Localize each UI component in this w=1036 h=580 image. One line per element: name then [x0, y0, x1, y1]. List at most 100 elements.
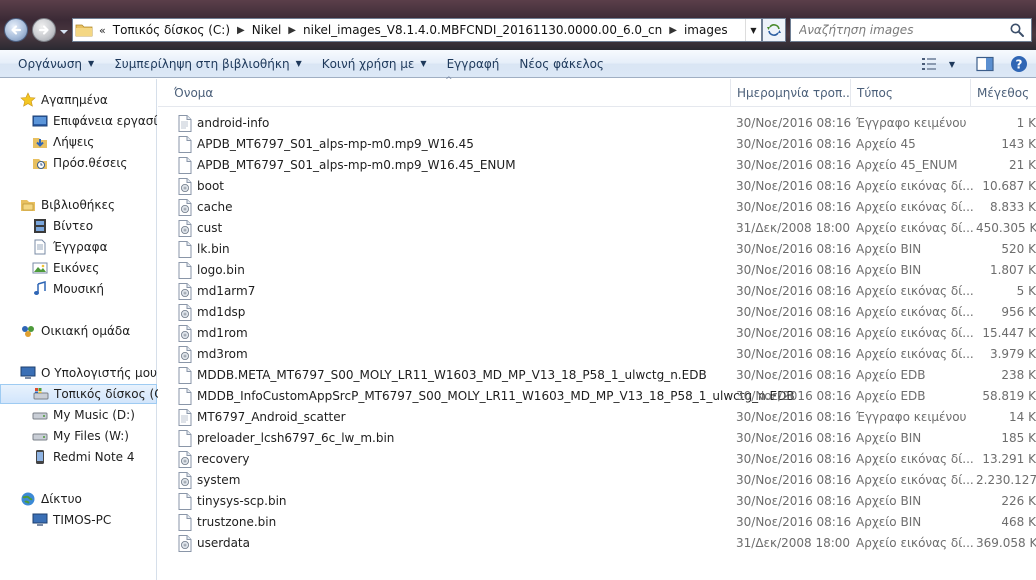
file-date-modified: 30/Νοε/2016 08:16 — [736, 284, 852, 298]
search-box[interactable] — [790, 18, 1032, 42]
breadcrumb-local-disk[interactable]: Τοπικός δίσκος (C:) — [109, 23, 234, 37]
file-row[interactable]: cache 30/Νοε/2016 08:16 Αρχείο εικόνας δί.… — [174, 197, 1036, 218]
search-input[interactable] — [791, 20, 1005, 40]
file-type: Αρχείο 45 — [856, 137, 916, 151]
file-row[interactable]: trustzone.bin 30/Νοε/2016 08:16 Αρχείο BIN… — [174, 512, 1036, 533]
preview-pane-button[interactable] — [974, 53, 996, 75]
help-button[interactable]: ? — [1008, 53, 1030, 75]
nav-desktop[interactable]: Επιφάνεια εργασίας — [0, 111, 172, 131]
back-button[interactable] — [4, 18, 28, 42]
hard-drive-icon — [32, 412, 48, 420]
breadcrumb-overflow[interactable]: « — [93, 24, 109, 37]
address-bar[interactable]: « Τοπικός δίσκος (C:) ▶ Nikel ▶ nikel_im… — [72, 18, 762, 42]
file-size: 10.687 K — [982, 179, 1036, 193]
file-row[interactable]: md1rom 30/Νοε/2016 08:16 Αρχείο εικόνας δί… — [174, 323, 1036, 344]
nav-redmi-note[interactable]: Redmi Note 4 — [0, 447, 135, 467]
forward-arrow-icon — [38, 25, 49, 35]
breadcrumb-separator-icon[interactable]: ▶ — [285, 25, 299, 36]
nav-documents[interactable]: Έγγραφα — [0, 237, 108, 257]
file-row[interactable]: tinysys-scp.bin 30/Νοε/2016 08:16 Αρχείο B… — [174, 491, 1036, 512]
file-row[interactable]: md3rom 30/Νοε/2016 08:16 Αρχείο εικόνας δί… — [174, 344, 1036, 365]
file-type: Έγγραφο κειμένου — [856, 410, 967, 424]
disc-image-icon — [178, 199, 192, 216]
file-date-modified: 30/Νοε/2016 08:16 — [736, 158, 852, 172]
file-row[interactable]: boot 30/Νοε/2016 08:16 Αρχείο εικόνας δί..… — [174, 176, 1036, 197]
file-row[interactable]: android-info 30/Νοε/2016 08:16 Έγγραφο κει… — [174, 113, 1036, 134]
column-header-size[interactable]: Μέγεθος — [970, 79, 1036, 107]
column-header-name[interactable]: Όνομα — [168, 79, 730, 107]
breadcrumb-nikel[interactable]: Nikel — [248, 23, 286, 37]
nav-local-disk[interactable]: Τοπικός δίσκος (C:) — [0, 384, 171, 404]
computer-icon — [32, 513, 48, 526]
nav-pictures-label: Εικόνες — [53, 261, 100, 275]
file-row[interactable]: preloader_lcsh6797_6c_lw_m.bin 30/Νοε/201… — [174, 428, 1036, 449]
nav-favorites[interactable]: Αγαπημένα — [0, 90, 108, 110]
nav-videos[interactable]: Βίντεο — [0, 216, 93, 236]
file-name: md3rom — [197, 347, 248, 361]
nav-recent-places[interactable]: Πρόσ.θέσεις — [0, 153, 127, 173]
file-row[interactable]: recovery 30/Νοε/2016 08:16 Αρχείο εικόνας … — [174, 449, 1036, 470]
column-header-type[interactable]: Τύπος — [850, 79, 970, 107]
file-row[interactable]: APDB_MT6797_S01_alps-mp-m0.mp9_W16.45_EN… — [174, 155, 1036, 176]
file-row[interactable]: md1dsp 30/Νοε/2016 08:16 Αρχείο εικόνας δί… — [174, 302, 1036, 323]
recent-pages-dropdown[interactable] — [59, 27, 69, 37]
breadcrumb-separator-icon[interactable]: ▶ — [234, 25, 248, 36]
file-name: MDDB_InfoCustomAppSrcP_MT6797_S00_MOLY_L… — [197, 389, 795, 403]
forward-button[interactable] — [32, 18, 56, 42]
nav-homegroup[interactable]: Οικιακή ομάδα — [0, 321, 130, 341]
file-row[interactable]: APDB_MT6797_S01_alps-mp-m0.mp9_W16.45 30/… — [174, 134, 1036, 155]
file-row[interactable]: system 30/Νοε/2016 08:16 Αρχείο εικόνας δί… — [174, 470, 1036, 491]
include-in-library-label: Συμπερίληψη στη βιβλιοθήκη — [114, 56, 290, 71]
file-row[interactable]: logo.bin 30/Νοε/2016 08:16 Αρχείο BIN 1.807… — [174, 260, 1036, 281]
nav-libraries[interactable]: Βιβλιοθήκες — [0, 195, 115, 215]
column-header-date-modified[interactable]: Ημερομηνία τροπ... — [730, 79, 850, 107]
search-icon[interactable] — [1009, 22, 1025, 38]
nav-homegroup-label: Οικιακή ομάδα — [41, 324, 131, 338]
nav-pc[interactable]: TIMOS-PC — [0, 510, 111, 530]
file-row[interactable]: md1arm7 30/Νοε/2016 08:16 Αρχείο εικόνας δ… — [174, 281, 1036, 302]
nav-computer[interactable]: Ο Υπολογιστής μου — [0, 363, 157, 383]
nav-music[interactable]: Μουσική — [0, 279, 104, 299]
file-row[interactable]: MDDB.META_MT6797_S00_MOLY_LR11_W1603_MD_… — [174, 365, 1036, 386]
nav-my-music-drive[interactable]: My Music (D:) — [0, 405, 135, 425]
nav-recent-places-label: Πρόσ.θέσεις — [53, 156, 128, 170]
file-date-modified: 30/Νοε/2016 08:16 — [736, 389, 852, 403]
blank-file-icon — [178, 157, 192, 174]
file-row[interactable]: lk.bin 30/Νοε/2016 08:16 Αρχείο BIN 520 K — [174, 239, 1036, 260]
breadcrumb-nikel-images[interactable]: nikel_images_V8.1.4.0.MBFCNDI_20161130.0… — [299, 23, 666, 37]
share-with-button[interactable]: Κοινή χρήση με ▼ — [312, 53, 437, 75]
refresh-button[interactable] — [762, 18, 786, 42]
file-type: Αρχείο εικόνας δί... — [856, 305, 974, 319]
include-in-library-button[interactable]: Συμπερίληψη στη βιβλιοθήκη ▼ — [104, 53, 312, 75]
nav-redmi-note-label: Redmi Note 4 — [53, 450, 135, 464]
nav-network-label: Δίκτυο — [41, 492, 82, 506]
nav-network[interactable]: Δίκτυο — [0, 489, 82, 509]
change-view-button[interactable] — [918, 53, 940, 75]
title-bar: « Τοπικός δίσκος (C:) ▶ Nikel ▶ nikel_im… — [0, 0, 1036, 50]
file-row[interactable]: MT6797_Android_scatter 30/Νοε/2016 08:16 Έ… — [174, 407, 1036, 428]
organize-button[interactable]: Οργάνωση ▼ — [8, 53, 104, 75]
new-folder-button[interactable]: Νέος φάκελος — [509, 53, 614, 75]
nav-downloads[interactable]: Λήψεις — [0, 132, 94, 152]
file-row[interactable]: cust 31/Δεκ/2008 18:00 Αρχείο εικόνας δί..… — [174, 218, 1036, 239]
view-options-dropdown[interactable]: ▼ — [946, 53, 958, 75]
file-size: 369.058 K — [976, 536, 1036, 550]
nav-my-files-drive[interactable]: My Files (W:) — [0, 426, 129, 446]
blank-file-icon — [178, 136, 192, 153]
file-size: 2.230.127 K — [976, 473, 1036, 487]
nav-pictures[interactable]: Εικόνες — [0, 258, 99, 278]
file-date-modified: 30/Νοε/2016 08:16 — [736, 431, 852, 445]
file-size: 5 K — [1016, 284, 1036, 298]
refresh-icon — [767, 24, 781, 36]
file-row[interactable]: userdata 31/Δεκ/2008 18:00 Αρχείο εικόνας … — [174, 533, 1036, 554]
burn-button[interactable]: Εγγραφή — [437, 53, 510, 75]
disc-image-icon — [178, 346, 192, 363]
address-dropdown-icon[interactable]: ▼ — [745, 19, 761, 41]
breadcrumb-separator-icon[interactable]: ▶ — [666, 25, 680, 36]
file-date-modified: 31/Δεκ/2008 18:00 — [736, 221, 851, 235]
nav-pc-label: TIMOS-PC — [53, 513, 112, 527]
file-size: 956 K — [1001, 305, 1036, 319]
file-type: Αρχείο εικόνας δί... — [856, 326, 974, 340]
file-row[interactable]: MDDB_InfoCustomAppSrcP_MT6797_S00_MOLY_L… — [174, 386, 1036, 407]
breadcrumb-images[interactable]: images — [680, 23, 732, 37]
